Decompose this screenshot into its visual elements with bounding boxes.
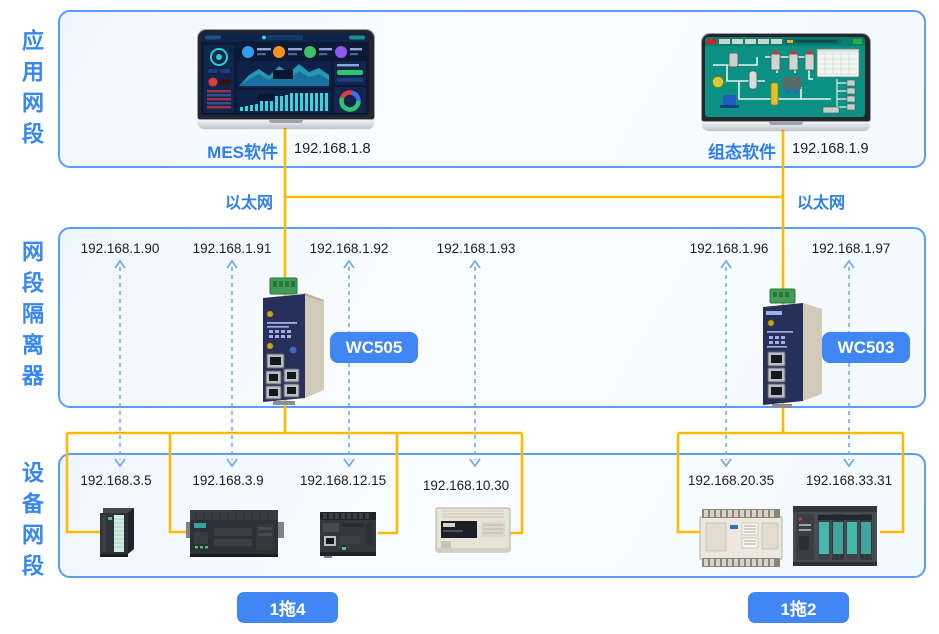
wan-ip-5: 192.168.1.96 xyxy=(690,241,769,256)
wan-ip-1: 192.168.1.90 xyxy=(81,241,160,256)
scada-host-ip: 192.168.1.9 xyxy=(792,141,869,157)
mes-dashboard-screen xyxy=(201,33,369,115)
wan-ip-3: 192.168.1.92 xyxy=(310,241,389,256)
plc-wide-dark xyxy=(186,506,284,558)
wc503-model-badge: WC503 xyxy=(822,332,910,363)
lan-ip-1: 192.168.3.5 xyxy=(80,473,151,488)
plc-device-4 xyxy=(434,504,512,556)
lan-ip-3: 192.168.12.15 xyxy=(300,473,386,488)
group-badge-1to4: 1拖4 xyxy=(237,592,338,623)
wan-ip-4: 192.168.1.93 xyxy=(437,241,516,256)
laptop-base xyxy=(198,120,374,128)
plc-device-1 xyxy=(94,505,140,558)
plc-device-3 xyxy=(316,510,380,558)
plc-device-6 xyxy=(791,502,879,568)
lan-ip-6: 192.168.33.31 xyxy=(806,473,892,488)
wan-ip-6: 192.168.1.97 xyxy=(812,241,891,256)
ethernet-label-right: 以太网 xyxy=(797,189,845,213)
ethernet-label-left: 以太网 xyxy=(205,189,273,213)
mes-laptop xyxy=(198,30,374,128)
plc-tower-module xyxy=(94,505,140,558)
lan-ip-4: 192.168.10.30 xyxy=(423,478,509,493)
network-topology-diagram: 应用网段 网段隔离器 设备网段 xyxy=(0,0,939,634)
scada-laptop xyxy=(702,34,870,130)
plc-device-5 xyxy=(698,505,784,571)
laptop-base xyxy=(702,122,870,130)
plc-device-2 xyxy=(186,506,284,558)
scada-process-screen xyxy=(705,37,865,117)
lan-ip-5: 192.168.20.35 xyxy=(688,473,774,488)
scada-host-label: 组态软件 xyxy=(670,138,776,163)
mes-host-ip: 192.168.1.8 xyxy=(294,141,371,157)
plc-rack-modules xyxy=(791,502,879,568)
industrial-gateway-3port xyxy=(744,286,830,408)
industrial-gateway-4port xyxy=(243,274,333,406)
wc505-model-badge: WC505 xyxy=(330,332,418,363)
wc505-gateway xyxy=(243,274,333,406)
plc-beige-fx xyxy=(434,504,512,556)
wc503-gateway xyxy=(744,286,830,408)
lan-ip-2: 192.168.3.9 xyxy=(192,473,263,488)
wan-ip-2: 192.168.1.91 xyxy=(193,241,272,256)
plc-beige-terminal xyxy=(698,505,784,571)
group-badge-1to2: 1拖2 xyxy=(748,592,849,623)
mes-host-label: MES软件 xyxy=(170,138,278,163)
plc-compact-dark xyxy=(316,510,380,558)
